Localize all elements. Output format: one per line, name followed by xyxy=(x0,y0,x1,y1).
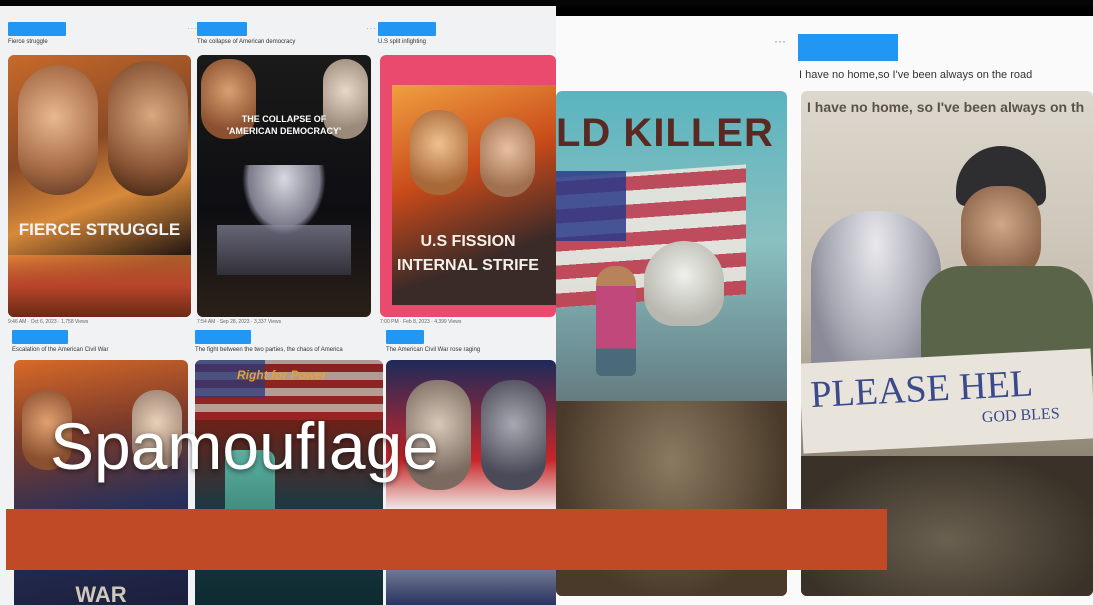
fire-scene xyxy=(8,255,191,317)
more-dots-icon[interactable]: ··· xyxy=(774,34,786,48)
redacted-username xyxy=(378,22,436,36)
post-caption: The collapse of American democracy xyxy=(197,39,296,45)
card-title: LD KILLER xyxy=(556,111,774,155)
redacted-username xyxy=(197,22,247,36)
more-dots-icon[interactable]: ··· xyxy=(366,24,377,33)
card-title: THE COLLAPSE OF 'AMERICAN DEMOCRACY' xyxy=(226,114,342,136)
post-caption: I have no home,so I've been always on th… xyxy=(799,69,1033,81)
card-title: WAR xyxy=(75,582,127,605)
post-caption: U.S split infighting xyxy=(378,39,427,45)
post-caption: The fight between the two parties, the c… xyxy=(195,347,343,353)
post-caption: Fierce struggle xyxy=(8,39,48,45)
donkey-figure xyxy=(481,380,546,490)
redacted-username xyxy=(195,330,251,344)
card-title: FIERCE STRUGGLE xyxy=(18,220,181,239)
sign-subtext: GOD BLES xyxy=(981,405,1061,427)
video-title: Spamouflage xyxy=(50,409,439,483)
post-caption: The American Civil War rose raging xyxy=(386,347,481,353)
face-figure-left xyxy=(410,110,468,195)
redacted-username xyxy=(8,22,66,36)
please-help-sign: PLEASE HEL GOD BLES xyxy=(801,348,1093,454)
post-caption: Escalation of the American Civil War xyxy=(12,347,109,353)
post-image[interactable]: FIERCE STRUGGLE xyxy=(8,55,191,317)
more-dots-icon[interactable]: ··· xyxy=(187,24,198,33)
face-figure-left xyxy=(18,65,98,195)
skull-figure xyxy=(644,241,724,326)
redacted-username xyxy=(386,330,424,344)
redacted-username xyxy=(798,34,898,61)
redacted-username xyxy=(12,330,68,344)
post-card[interactable]: ··· The collapse of American democracy T… xyxy=(187,22,373,322)
flag-canton xyxy=(556,171,626,241)
card-caption: I have no home, so I've been always on t… xyxy=(807,99,1085,115)
post-card[interactable]: ··· U.S split infighting U.S FISSION INT… xyxy=(366,22,556,322)
capitol-base xyxy=(217,225,351,275)
lower-third-bar xyxy=(6,509,887,570)
card-title: Right for Power xyxy=(237,368,327,382)
child-figure xyxy=(596,266,636,376)
post-image[interactable]: THE COLLAPSE OF 'AMERICAN DEMOCRACY' xyxy=(197,55,371,317)
post-image[interactable]: U.S FISSION INTERNAL STRIFE xyxy=(380,55,556,317)
face-figure-right xyxy=(480,117,535,197)
face-figure-right xyxy=(108,61,188,196)
post-card[interactable]: Fierce struggle FIERCE STRUGGLE xyxy=(8,22,192,322)
card-title: U.S FISSION INTERNAL STRIFE xyxy=(397,233,539,274)
